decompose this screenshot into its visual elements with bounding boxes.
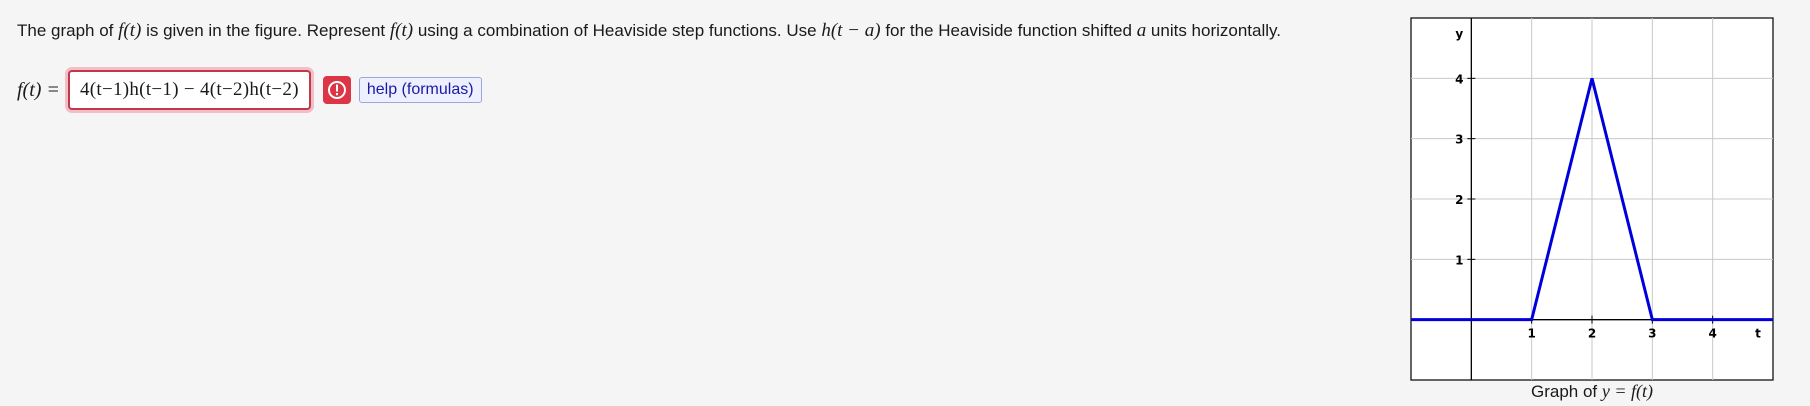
problem-text-1: The graph of (17, 21, 119, 40)
x-tick-label: 3 (1648, 327, 1656, 341)
answer-label: f(t) = (17, 78, 60, 101)
problem-text-2: is given in the figure. Represent (141, 21, 390, 40)
graph-panel: 1 2 3 4 1 2 3 4 t y Graph of y = f(t) (1409, 16, 1775, 404)
x-tick-label: 1 (1527, 327, 1535, 341)
error-badge[interactable] (322, 76, 351, 104)
exclamation-circle-icon (327, 81, 346, 99)
answer-row: f(t) = 4(t−1)h(t−1) − 4(t−2)h(t−2) help … (17, 70, 482, 110)
problem-math-3: h(t − a) (821, 20, 881, 41)
function-graph: 1 2 3 4 1 2 3 4 t y (1410, 17, 1774, 381)
graph-caption-math: y = f(t) (1601, 381, 1653, 401)
problem-math-4: a (1136, 20, 1147, 41)
help-formulas-link[interactable]: help (formulas) (358, 77, 482, 103)
problem-text-4: for the Heaviside function shifted (880, 21, 1137, 40)
y-tick-label: 4 (1455, 72, 1463, 86)
x-axis-label: t (1755, 327, 1761, 341)
problem-math-1: f(t) (118, 20, 142, 41)
problem-math-2: f(t) (389, 20, 414, 41)
y-tick-label: 1 (1455, 253, 1463, 267)
problem-text-3: using a combination of Heaviside step fu… (413, 21, 822, 40)
graph-caption-text: Graph of (1530, 382, 1602, 401)
y-tick-label: 3 (1455, 133, 1463, 147)
graph-caption: Graph of y = f(t) (1409, 381, 1775, 402)
y-tick-label: 2 (1455, 193, 1463, 207)
problem-statement: The graph of f(t) is given in the figure… (17, 18, 1281, 44)
problem-text-5: units horizontally. (1146, 21, 1281, 40)
x-tick-label: 2 (1588, 327, 1596, 341)
y-axis-label: y (1455, 27, 1463, 41)
x-tick-label: 4 (1708, 327, 1716, 341)
answer-input[interactable]: 4(t−1)h(t−1) − 4(t−2)h(t−2) (67, 70, 311, 110)
